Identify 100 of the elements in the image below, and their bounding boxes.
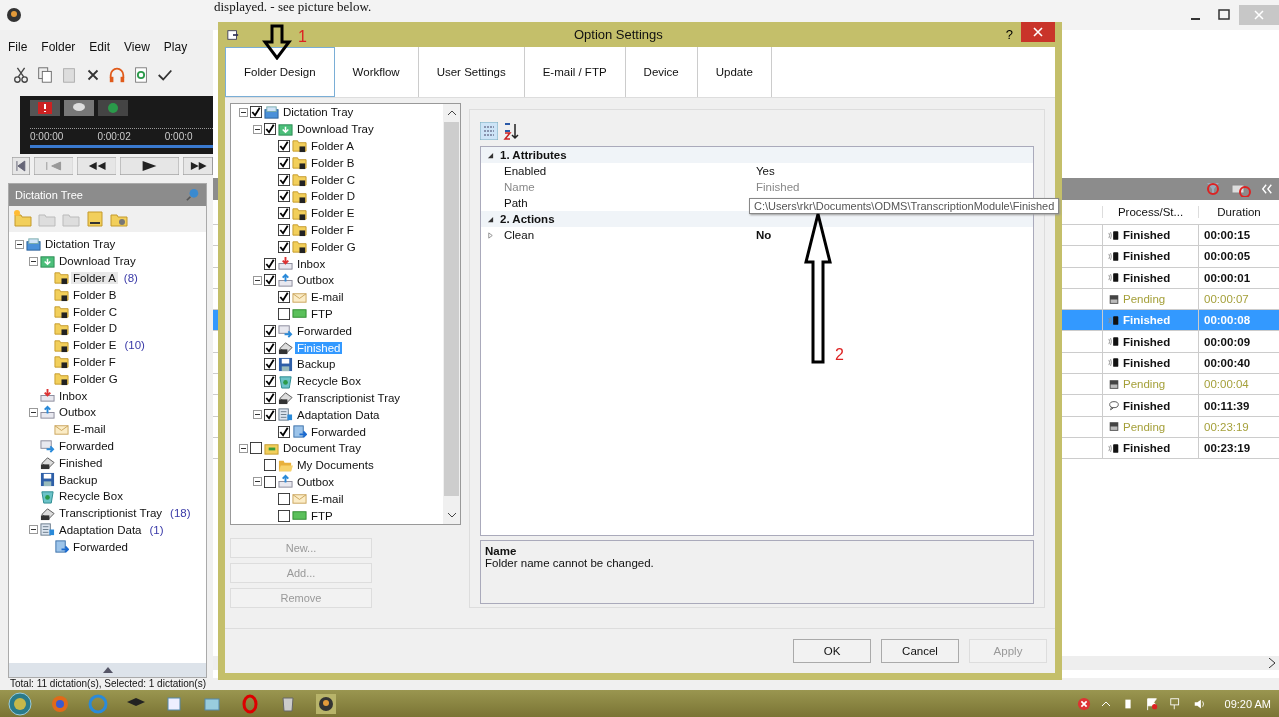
- collapse-toggle-icon[interactable]: [29, 407, 38, 417]
- collapse-toggle-icon[interactable]: [253, 410, 262, 420]
- tree-item[interactable]: Folder A: [309, 140, 356, 152]
- checkbox[interactable]: [264, 375, 276, 388]
- tab[interactable]: Folder Design: [225, 47, 335, 97]
- tree-item[interactable]: Recycle Box: [57, 490, 125, 503]
- checkbox[interactable]: [264, 391, 276, 404]
- tree-item[interactable]: Folder G: [71, 372, 120, 385]
- tree-item[interactable]: Document Tray: [281, 442, 363, 455]
- checkbox[interactable]: [264, 324, 276, 337]
- headphones-icon[interactable]: [108, 66, 126, 84]
- tree-item[interactable]: Adaptation Data: [57, 523, 144, 536]
- collapse-toggle-icon[interactable]: [253, 275, 262, 285]
- tree-item[interactable]: Backup: [57, 473, 100, 486]
- info-icon[interactable]: [98, 100, 128, 116]
- checkbox[interactable]: [250, 106, 262, 119]
- tree-item[interactable]: Forwarded: [57, 439, 116, 452]
- checkbox[interactable]: [250, 442, 262, 455]
- checkbox[interactable]: [278, 140, 290, 152]
- checkbox[interactable]: [264, 459, 276, 472]
- sort-alphabetical-icon[interactable]: [502, 122, 520, 140]
- checkbox[interactable]: [264, 475, 276, 488]
- tree-item[interactable]: Folder G: [309, 240, 358, 253]
- checkbox[interactable]: [278, 240, 290, 253]
- collapse-toggle-icon[interactable]: [15, 239, 24, 249]
- tree-item[interactable]: Forwarded: [309, 425, 368, 438]
- tree-item[interactable]: FTP: [309, 509, 335, 522]
- property-value[interactable]: Finished: [756, 181, 800, 193]
- property-value[interactable]: No: [756, 229, 772, 241]
- collapse-toggle-icon[interactable]: [239, 443, 248, 453]
- checkbox[interactable]: [278, 509, 290, 522]
- tree-item[interactable]: Backup: [295, 358, 338, 371]
- tree-item[interactable]: Folder C: [71, 305, 120, 318]
- menu-item[interactable]: File: [8, 40, 28, 54]
- close-button[interactable]: [1021, 21, 1055, 42]
- tree-item[interactable]: Adaptation Data: [295, 408, 382, 421]
- fast-forward-icon[interactable]: [183, 157, 213, 175]
- tree-item[interactable]: Folder A: [71, 272, 118, 284]
- expand-triangle-icon[interactable]: [487, 151, 494, 159]
- checkbox[interactable]: [278, 291, 290, 304]
- tree-item[interactable]: Download Tray: [295, 123, 376, 136]
- checkbox[interactable]: [264, 123, 276, 136]
- close-icon[interactable]: [1033, 26, 1043, 37]
- property-value[interactable]: Yes: [756, 165, 775, 177]
- collapse-toggle-icon[interactable]: [239, 107, 248, 117]
- tree-item[interactable]: Transcriptionist Tray: [57, 507, 165, 520]
- tree-item[interactable]: Forwarded: [71, 540, 130, 553]
- checkbox[interactable]: [264, 358, 276, 371]
- folder-icon[interactable]: [85, 209, 105, 229]
- tree-item[interactable]: Transcriptionist Tray: [295, 391, 403, 404]
- tree-item[interactable]: Folder C: [309, 173, 358, 186]
- shield-icon[interactable]: [1076, 696, 1091, 711]
- scroll-up-icon[interactable]: [446, 110, 457, 116]
- expand-triangle-icon[interactable]: [487, 215, 494, 223]
- menu-item[interactable]: Edit: [89, 40, 111, 54]
- tree-item[interactable]: Folder D: [309, 190, 358, 203]
- column-header[interactable]: Process/St...: [1102, 206, 1198, 218]
- comment-icon[interactable]: [64, 100, 94, 116]
- collapse-toggle-icon[interactable]: [253, 477, 262, 487]
- dialog-button[interactable]: OK: [793, 639, 871, 663]
- tree-item[interactable]: Folder B: [309, 156, 357, 169]
- tree-item[interactable]: Dictation Tray: [43, 238, 118, 251]
- scrollbar[interactable]: [443, 104, 460, 524]
- checkbox[interactable]: [278, 207, 290, 220]
- tree-item[interactable]: Download Tray: [57, 255, 138, 268]
- skip-start-icon[interactable]: [12, 157, 30, 175]
- tree-item[interactable]: Recycle Box: [295, 375, 363, 388]
- tree-item[interactable]: Folder B: [71, 288, 119, 301]
- checkbox[interactable]: [278, 223, 290, 236]
- scroll-down-icon[interactable]: [446, 512, 457, 518]
- collapse-toggle-icon[interactable]: [29, 525, 38, 535]
- checkbox[interactable]: [278, 173, 290, 186]
- scroll-up-icon[interactable]: [102, 667, 113, 673]
- tree-item[interactable]: E-mail: [309, 492, 346, 505]
- cut-icon[interactable]: [12, 66, 30, 84]
- column-header[interactable]: Duration: [1198, 206, 1279, 218]
- dialog-button[interactable]: Cancel: [881, 639, 959, 663]
- tree-item[interactable]: Finished: [57, 456, 105, 469]
- tree-item[interactable]: Outbox: [295, 274, 337, 287]
- tree-item[interactable]: Folder D: [71, 322, 120, 335]
- collapse-toggle-icon[interactable]: [253, 124, 262, 134]
- play-icon[interactable]: [120, 157, 180, 175]
- checkbox[interactable]: [264, 408, 276, 421]
- collapse-left-icon[interactable]: [1261, 181, 1273, 197]
- checkbox[interactable]: [278, 156, 290, 169]
- checkbox[interactable]: [278, 190, 290, 203]
- tree-item[interactable]: Inbox: [57, 389, 90, 402]
- tree-item[interactable]: Forwarded: [295, 324, 354, 337]
- tree-item[interactable]: E-mail: [71, 423, 108, 436]
- headset-person-icon[interactable]: [316, 693, 336, 714]
- tree-item[interactable]: Folder E: [71, 339, 119, 352]
- scroll-right-icon[interactable]: [1269, 658, 1275, 668]
- tree-item[interactable]: Folder F: [309, 223, 356, 236]
- checkbox[interactable]: [278, 307, 290, 320]
- tree-item[interactable]: Outbox: [57, 406, 99, 419]
- help-button[interactable]: ?: [997, 27, 1021, 42]
- checkbox[interactable]: [278, 492, 290, 505]
- priority-icon[interactable]: [30, 100, 60, 116]
- checkbox[interactable]: [264, 341, 276, 354]
- checkbox[interactable]: [278, 425, 290, 438]
